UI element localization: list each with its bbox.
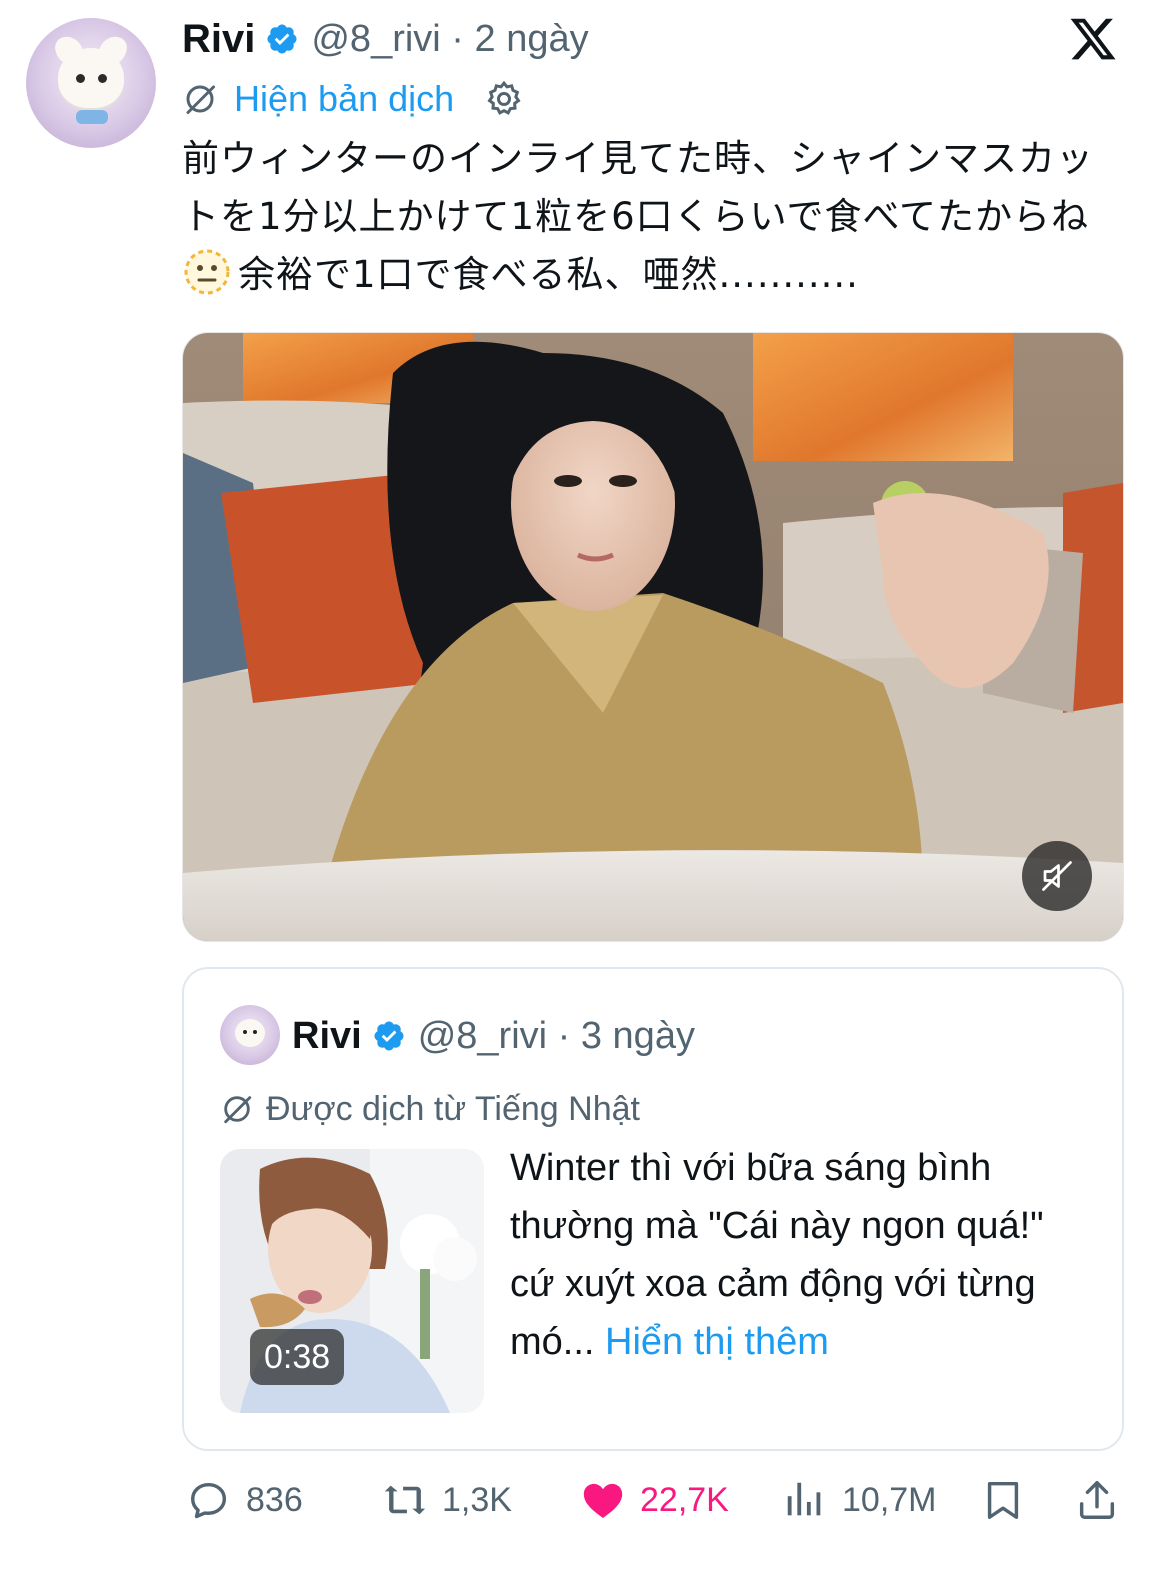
reply-count: 836 xyxy=(246,1480,303,1519)
mute-button[interactable] xyxy=(1022,841,1092,911)
show-translation-link[interactable]: Hiện bản dịch xyxy=(234,78,454,120)
avatar-eye xyxy=(76,74,85,83)
translated-from-text: Được dịch từ Tiếng Nhật xyxy=(266,1089,640,1128)
avatar-face xyxy=(235,1019,265,1047)
verified-badge-icon xyxy=(267,24,297,54)
retweet-button[interactable]: 1,3K xyxy=(382,1474,512,1526)
retweet-icon xyxy=(384,1485,426,1515)
translate-icon xyxy=(186,85,215,114)
video-duration-badge: 0:38 xyxy=(250,1329,345,1385)
avatar-bow xyxy=(76,110,108,124)
views-button[interactable]: 10,7M xyxy=(782,1474,937,1526)
tweet-header: Rivi @8_rivi · 2 ngày xyxy=(182,14,589,64)
show-more-link[interactable]: Hiển thị thêm xyxy=(605,1321,829,1363)
heart-filled-icon xyxy=(583,1483,623,1519)
tweet-text-line: 余裕で1口で食べる私、唖然........... xyxy=(182,246,1102,304)
tweet-actions: 836 1,3K 22,7K 10,7M xyxy=(182,1474,1122,1526)
views-count: 10,7M xyxy=(842,1480,937,1519)
translate-icon xyxy=(224,1096,252,1124)
reply-button[interactable]: 836 xyxy=(186,1474,303,1526)
avatar-eye xyxy=(253,1030,257,1034)
verified-badge-icon xyxy=(374,1021,404,1051)
dotted-line-face-emoji-icon xyxy=(184,249,230,295)
avatar-eye xyxy=(243,1030,247,1034)
x-logo-icon[interactable] xyxy=(1068,14,1118,64)
gear-icon[interactable] xyxy=(484,79,524,119)
quoted-author-avatar[interactable] xyxy=(220,1005,280,1065)
quoted-author-name[interactable]: Rivi xyxy=(292,1015,362,1058)
translation-row: Hiện bản dịch xyxy=(182,76,524,122)
reply-icon xyxy=(190,1482,227,1519)
tweet-text-line: トを1分以上かけて1粒を6口くらいで食べてたからね xyxy=(182,195,1090,238)
video-frame-image xyxy=(183,333,1123,941)
like-button[interactable]: 22,7K xyxy=(580,1474,729,1526)
share-icon xyxy=(1079,1481,1115,1519)
tweet-video[interactable] xyxy=(182,332,1124,942)
avatar-eye xyxy=(98,74,107,83)
views-chart-icon xyxy=(787,1482,821,1516)
quoted-tweet-header: Rivi @8_rivi · 3 ngày xyxy=(292,1011,695,1061)
tweet-text-line-3: 余裕で1口で食べる私、唖然........... xyxy=(238,253,859,296)
quoted-tweet[interactable]: Rivi @8_rivi · 3 ngày Được dịch từ Tiếng… xyxy=(182,967,1124,1451)
retweet-count: 1,3K xyxy=(442,1480,512,1519)
quoted-author-handle-time[interactable]: @8_rivi · 3 ngày xyxy=(418,1015,695,1058)
avatar-face xyxy=(58,48,124,108)
tweet-text-line: 前ウィンターのインライ見てた時、シャインマスカッ xyxy=(182,137,1094,180)
author-handle-time[interactable]: @8_rivi · 2 ngày xyxy=(311,18,588,61)
quoted-video-thumbnail[interactable]: 0:38 xyxy=(220,1149,484,1413)
like-count: 22,7K xyxy=(640,1480,729,1519)
share-button[interactable] xyxy=(1074,1474,1120,1526)
bookmark-icon xyxy=(987,1481,1019,1519)
tweet-text: 前ウィンターのインライ見てた時、シャインマスカッ トを1分以上かけて1粒を6口く… xyxy=(182,130,1102,304)
author-name[interactable]: Rivi xyxy=(182,17,255,62)
author-avatar[interactable] xyxy=(26,18,156,148)
quoted-tweet-text: Winter thì với bữa sáng bình thường mà "… xyxy=(510,1139,1090,1371)
translated-from-label: Được dịch từ Tiếng Nhật xyxy=(220,1087,640,1131)
bookmark-button[interactable] xyxy=(980,1474,1026,1526)
speaker-muted-icon xyxy=(1042,861,1072,891)
